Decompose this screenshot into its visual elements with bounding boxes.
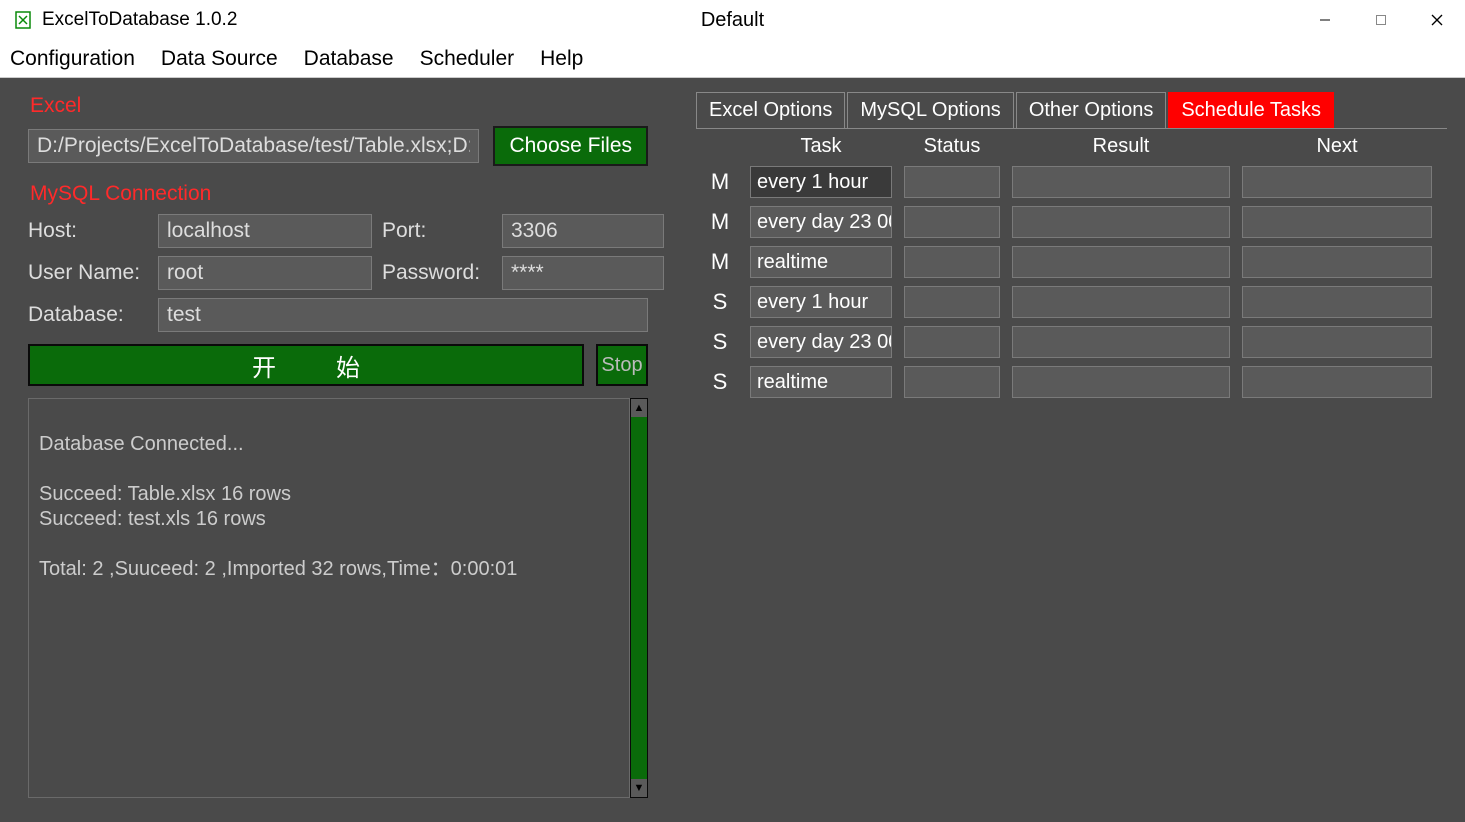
task-result-cell[interactable] [1012, 206, 1230, 238]
task-status-cell[interactable] [904, 246, 1000, 278]
scroll-up-icon[interactable]: ▲ [631, 399, 647, 417]
menubar: Configuration Data Source Database Sched… [0, 40, 1465, 78]
task-next-cell[interactable] [1242, 326, 1432, 358]
action-row: 开始 Stop [28, 344, 648, 386]
task-task-cell[interactable]: every day 23 00 [750, 206, 892, 238]
app-icon [14, 11, 32, 29]
task-next-cell[interactable] [1242, 166, 1432, 198]
task-result-cell[interactable] [1012, 366, 1230, 398]
task-next-cell[interactable] [1242, 286, 1432, 318]
task-result-cell[interactable] [1012, 326, 1230, 358]
task-status-cell[interactable] [904, 326, 1000, 358]
menu-configuration[interactable]: Configuration [8, 43, 137, 75]
connection-grid: Host: Port: User Name: Password: [28, 214, 648, 290]
task-type-label: M [702, 169, 738, 195]
file-row: Choose Files [28, 126, 648, 166]
col-task: Task [750, 135, 892, 158]
task-task-cell[interactable]: every 1 hour [750, 286, 892, 318]
task-task-cell[interactable]: realtime [750, 246, 892, 278]
left-pane: Excel Choose Files MySQL Connection Host… [14, 92, 662, 808]
mysql-section-label: MySQL Connection [30, 182, 662, 206]
task-rows: Mevery 1 hourMevery day 23 00MrealtimeSe… [696, 164, 1447, 400]
task-type-label: M [702, 209, 738, 235]
task-result-cell[interactable] [1012, 286, 1230, 318]
tabs: Excel Options MySQL Options Other Option… [696, 92, 1447, 128]
task-status-cell[interactable] [904, 286, 1000, 318]
tab-mysql-options[interactable]: MySQL Options [847, 92, 1013, 128]
log-textarea[interactable]: Database Connected... Succeed: Table.xls… [28, 398, 630, 798]
task-status-cell[interactable] [904, 366, 1000, 398]
task-result-cell[interactable] [1012, 166, 1230, 198]
col-result: Result [1012, 135, 1230, 158]
close-button[interactable] [1409, 0, 1465, 40]
choose-files-button[interactable]: Choose Files [493, 126, 648, 166]
right-pane: Excel Options MySQL Options Other Option… [696, 92, 1447, 808]
task-row: Severy day 23 00 [696, 324, 1447, 360]
file-path-input[interactable] [28, 129, 479, 163]
log-container: Database Connected... Succeed: Table.xls… [28, 398, 648, 798]
database-label: Database: [28, 303, 148, 327]
window-title-center: Default [701, 9, 764, 32]
user-label: User Name: [28, 261, 148, 285]
task-row: Mevery 1 hour [696, 164, 1447, 200]
app-title: ExcelToDatabase 1.0.2 [42, 9, 237, 31]
schedule-panel: Task Status Result Next Mevery 1 hourMev… [696, 128, 1447, 808]
menu-database[interactable]: Database [302, 43, 396, 75]
port-label: Port: [382, 219, 492, 243]
window-controls [1297, 0, 1465, 40]
menu-scheduler[interactable]: Scheduler [418, 43, 517, 75]
menu-data-source[interactable]: Data Source [159, 43, 280, 75]
task-type-label: S [702, 329, 738, 355]
menu-help[interactable]: Help [538, 43, 585, 75]
task-row: Mrealtime [696, 244, 1447, 280]
maximize-button[interactable] [1353, 0, 1409, 40]
password-input[interactable] [502, 256, 664, 290]
start-button[interactable]: 开始 [28, 344, 584, 386]
tab-excel-options[interactable]: Excel Options [696, 92, 845, 128]
task-task-cell[interactable]: every day 23 00 [750, 326, 892, 358]
minimize-button[interactable] [1297, 0, 1353, 40]
task-status-cell[interactable] [904, 206, 1000, 238]
body-area: Excel Choose Files MySQL Connection Host… [0, 78, 1465, 822]
stop-button[interactable]: Stop [596, 344, 648, 386]
host-input[interactable] [158, 214, 372, 248]
task-status-cell[interactable] [904, 166, 1000, 198]
database-row: Database: [28, 298, 648, 332]
host-label: Host: [28, 219, 148, 243]
database-input[interactable] [158, 298, 648, 332]
excel-section-label: Excel [30, 94, 662, 118]
task-row: Srealtime [696, 364, 1447, 400]
task-row: Severy 1 hour [696, 284, 1447, 320]
task-next-cell[interactable] [1242, 206, 1432, 238]
port-input[interactable] [502, 214, 664, 248]
task-type-label: M [702, 249, 738, 275]
task-header: Task Status Result Next [696, 133, 1447, 164]
col-status: Status [904, 135, 1000, 158]
task-type-label: S [702, 289, 738, 315]
task-result-cell[interactable] [1012, 246, 1230, 278]
tab-other-options[interactable]: Other Options [1016, 92, 1167, 128]
task-next-cell[interactable] [1242, 366, 1432, 398]
log-scrollbar[interactable]: ▲ ▼ [630, 398, 648, 798]
password-label: Password: [382, 261, 492, 285]
col-next: Next [1242, 135, 1432, 158]
task-task-cell[interactable]: every 1 hour [750, 166, 892, 198]
user-input[interactable] [158, 256, 372, 290]
task-task-cell[interactable]: realtime [750, 366, 892, 398]
task-row: Mevery day 23 00 [696, 204, 1447, 240]
task-type-label: S [702, 369, 738, 395]
tab-schedule-tasks[interactable]: Schedule Tasks [1168, 92, 1334, 128]
titlebar: ExcelToDatabase 1.0.2 Default [0, 0, 1465, 40]
scroll-down-icon[interactable]: ▼ [631, 779, 647, 797]
task-next-cell[interactable] [1242, 246, 1432, 278]
